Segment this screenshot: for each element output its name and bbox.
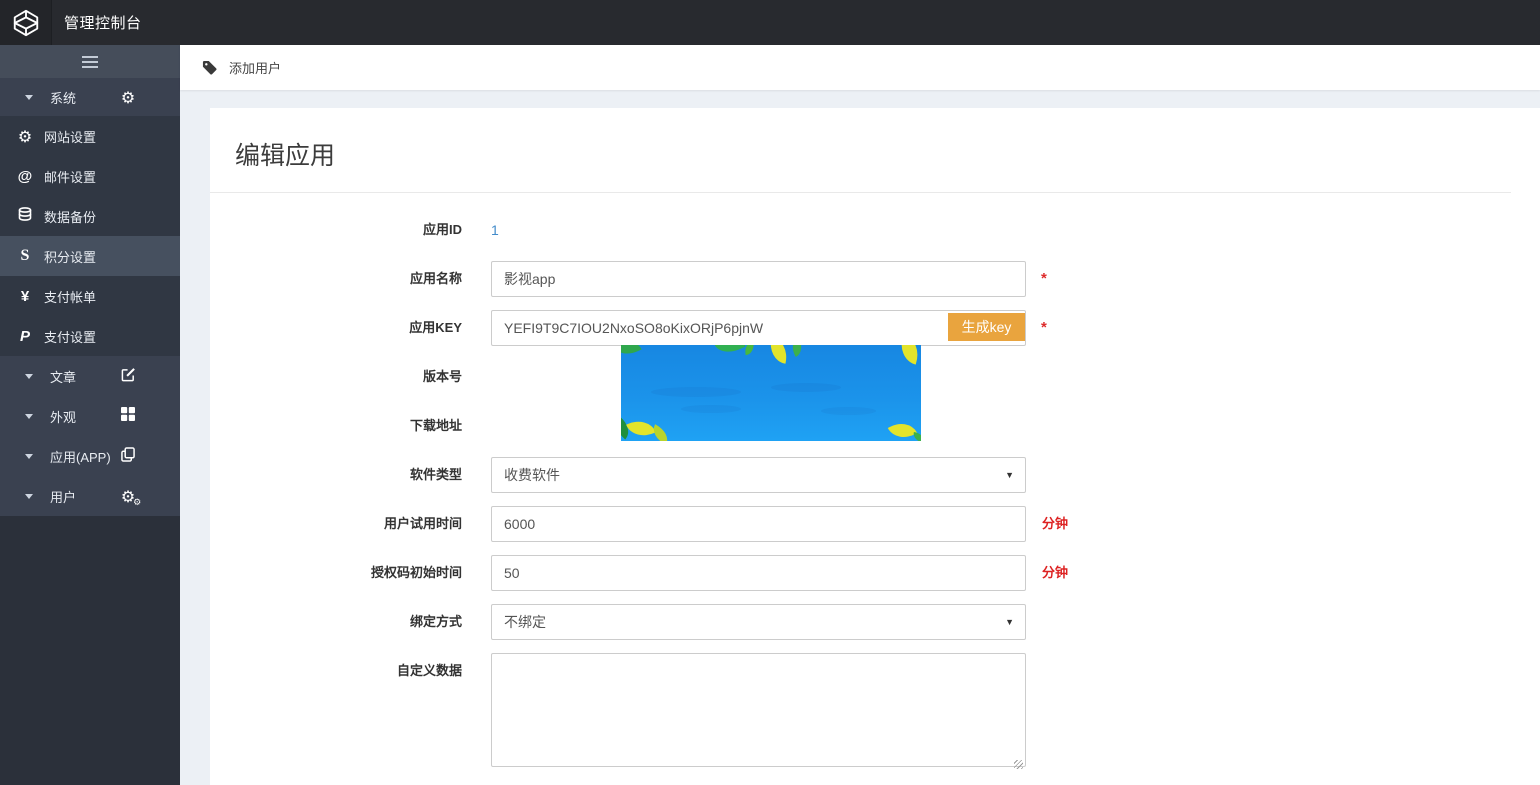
sidebar-group-articles[interactable]: 文章 [0,356,180,396]
paypal-icon: P [19,327,30,345]
leaf-decoration [621,345,642,361]
form-row-custom-data: 自定义数据 [225,653,1525,772]
leaf-decoration [714,345,746,360]
app-key-input[interactable] [491,310,1026,346]
form-row-app-name: 应用名称 * [225,261,1525,297]
field-label: 绑定方式 [409,614,462,629]
sidebar-item-label: 积分设置 [44,249,97,265]
sidebar-item-label: 邮件设置 [44,169,97,185]
promo-banner-image[interactable] [621,345,921,441]
form-row-auth-init-time: 授权码初始时间 分钟 [225,555,1525,591]
sidebar-group-system[interactable]: 系统 ⚙ [0,78,180,116]
sidebar-collapse-toggle[interactable] [0,45,180,78]
cogs-icon: ⚙ ⚙ [120,486,142,508]
chevron-down-icon [25,453,33,459]
leaf-decoration [743,345,756,356]
auth-init-time-input[interactable] [491,555,1026,591]
field-label: 应用ID [422,222,462,237]
field-label: 自定义数据 [396,663,462,678]
sidebar-item-label: 支付设置 [44,329,97,345]
breadcrumb-label[interactable]: 添加用户 [229,58,281,77]
sidebar: 系统 ⚙ ⚙ 网站设置 @ 邮件设置 数据备份 S 积分设置 ¥ 支付帐单 P … [0,45,180,785]
sidebar-group-users[interactable]: 用户 ⚙ ⚙ [0,476,180,516]
title-divider [210,192,1511,193]
software-type-select[interactable]: 收费软件 ▼ [491,457,1026,493]
leaf-decoration [895,345,921,365]
select-arrow-icon: ▼ [1005,470,1014,480]
sidebar-item-website-settings[interactable]: ⚙ 网站设置 [0,116,180,156]
chevron-down-icon [25,373,33,379]
chevron-down-icon [25,493,33,499]
at-icon: @ [17,167,33,185]
sidebar-item-data-backup[interactable]: 数据备份 [0,196,180,236]
sidebar-group-appearance[interactable]: 外观 [0,396,180,436]
sidebar-item-payment-bills[interactable]: ¥ 支付帐单 [0,276,180,316]
sidebar-item-label: 数据备份 [44,209,97,225]
unit-label: 分钟 [1042,516,1069,531]
chevron-down-icon [25,94,33,100]
stripe-s-icon: S [20,247,30,264]
chevron-down-icon [25,413,33,419]
sidebar-group-label: 用户 [50,489,77,505]
required-asterisk: * [1041,319,1047,336]
sidebar-group-app[interactable]: 应用(APP) [0,436,180,476]
sidebar-group-label: 文章 [50,369,77,385]
sidebar-group-label: 应用(APP) [50,449,111,465]
gear-icon: ⚙ [120,87,136,107]
page-title: 编辑应用 [235,142,336,170]
sidebar-group-label: 外观 [50,409,77,425]
field-label: 授权码初始时间 [370,565,462,580]
field-label: 软件类型 [409,467,462,482]
field-label: 应用KEY [409,320,462,335]
form-row-software-type: 软件类型 收费软件 ▼ [225,457,1525,493]
form-row-app-key: 应用KEY 生成key * [225,310,1525,346]
edit-icon [118,367,138,386]
leaf-decoration [626,414,656,441]
form-row-app-id: 应用ID 1 [225,212,1525,248]
field-label: 下载地址 [409,418,462,433]
leaf-decoration [912,432,921,441]
leaf-decoration [766,345,791,364]
edit-app-card: 编辑应用 应用ID 1 应用名称 * 应用KEY [210,108,1540,785]
app-logo[interactable] [0,0,52,45]
sidebar-group-label: 系统 [50,90,77,106]
sidebar-item-mail-settings[interactable]: @ 邮件设置 [0,156,180,196]
sidebar-item-points-settings[interactable]: S 积分设置 [0,236,180,276]
custom-data-textarea[interactable] [491,653,1026,767]
gear-icon: ⚙ [17,126,33,146]
sidebar-item-label: 网站设置 [44,129,97,145]
required-asterisk: * [1041,270,1047,287]
app-title: 管理控制台 [64,15,142,32]
content-area: 编辑应用 应用ID 1 应用名称 * 应用KEY [180,90,1540,785]
sidebar-empty-area [0,516,180,785]
app-id-value: 1 [491,222,499,238]
form-row-trial-time: 用户试用时间 分钟 [225,506,1525,542]
select-arrow-icon: ▼ [1005,617,1014,627]
yen-icon: ¥ [20,287,30,305]
field-label: 用户试用时间 [383,516,462,531]
field-label: 应用名称 [409,271,462,286]
form-row-bind-mode: 绑定方式 不绑定 ▼ [225,604,1525,640]
field-label: 版本号 [422,369,462,384]
main-area: 添加用户 编辑应用 应用ID 1 应用名称 * [180,45,1540,785]
sidebar-item-label: 支付帐单 [44,289,97,305]
copy-icon [118,446,138,466]
database-icon [14,206,36,226]
selected-option: 不绑定 [504,614,546,630]
leaf-decoration [787,345,807,357]
app-name-input[interactable] [491,261,1026,297]
top-bar: 管理控制台 [0,0,1540,45]
trial-time-input[interactable] [491,506,1026,542]
bind-mode-select[interactable]: 不绑定 ▼ [491,604,1026,640]
grid-icon [118,407,138,425]
breadcrumb: 添加用户 [180,45,1540,90]
tag-icon [202,60,217,75]
leaf-decoration [887,416,918,441]
unit-label: 分钟 [1042,565,1069,580]
codepen-cube-icon [13,9,38,36]
sidebar-item-payment-settings[interactable]: P 支付设置 [0,316,180,356]
hamburger-icon [82,55,98,68]
selected-option: 收费软件 [504,467,560,483]
generate-key-button[interactable]: 生成key [948,313,1025,341]
